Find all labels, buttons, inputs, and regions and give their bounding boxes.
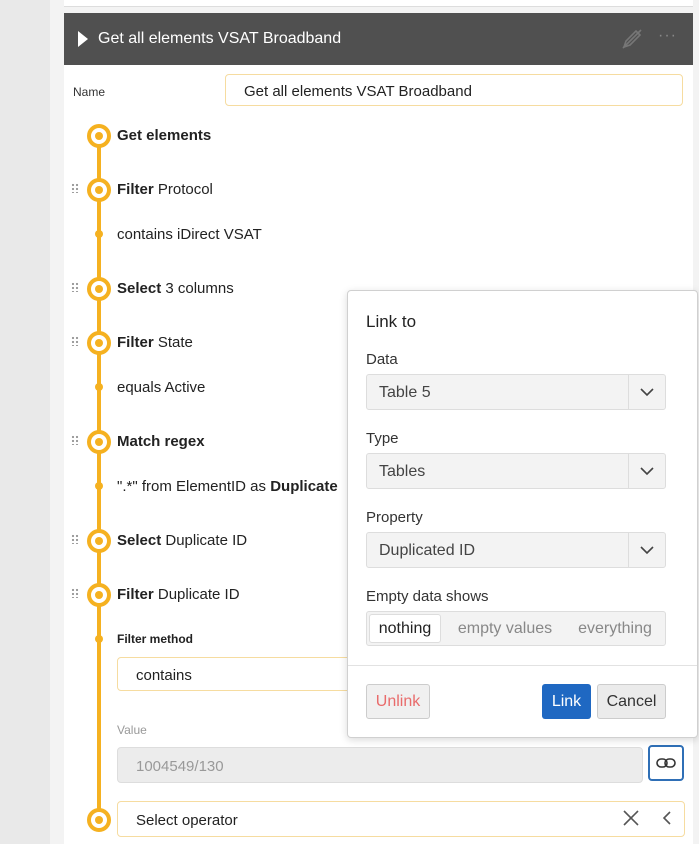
step-detail: 3 columns	[161, 280, 234, 297]
link-to-popup: Link to Data Table 5 Type Tables Propert…	[347, 290, 698, 738]
step-match-regex[interactable]: Match regex	[117, 433, 205, 450]
step-name: Filter	[117, 181, 154, 198]
step-filter-state[interactable]: Filter State	[117, 334, 193, 351]
clear-icon[interactable]	[622, 809, 640, 827]
chevron-down-icon	[628, 454, 654, 488]
step-detail: Duplicate ID	[153, 586, 240, 603]
sub-node	[95, 482, 103, 490]
step-select-duplicate-id[interactable]: Select Duplicate ID	[117, 532, 247, 549]
step-node	[87, 529, 111, 553]
step-filter-protocol[interactable]: Filter Protocol	[117, 181, 213, 198]
step-condition[interactable]: equals Active	[117, 379, 205, 396]
step-detail: State	[153, 334, 193, 351]
drag-handle-icon[interactable]	[71, 588, 79, 600]
step-node	[87, 124, 111, 148]
collapse-caret-icon[interactable]	[78, 31, 88, 47]
drag-handle-icon[interactable]	[71, 534, 79, 546]
left-sidebar	[0, 0, 50, 844]
step-node	[87, 178, 111, 202]
value-input[interactable]: 1004549/130	[117, 747, 643, 783]
step-get-elements[interactable]: Get elements	[117, 127, 211, 144]
data-select[interactable]: Table 5	[366, 374, 666, 410]
empty-data-toggle: nothing empty values everything	[366, 611, 666, 646]
type-select-value: Tables	[379, 463, 426, 480]
more-options-icon[interactable]: ···	[658, 27, 677, 45]
step-node	[87, 430, 111, 454]
chevron-down-icon	[628, 533, 654, 567]
type-label: Type	[366, 430, 399, 447]
popup-title: Link to	[366, 312, 417, 331]
regex-detail: ".*" from ElementID as	[117, 478, 271, 495]
drag-handle-icon[interactable]	[71, 282, 79, 294]
value-label: Value	[117, 723, 147, 737]
filter-method-label: Filter method	[117, 632, 194, 646]
chevron-down-icon	[628, 375, 654, 409]
unlink-button[interactable]: Unlink	[366, 684, 430, 719]
option-nothing[interactable]: nothing	[369, 614, 441, 643]
property-label: Property	[366, 509, 423, 526]
name-input[interactable]: Get all elements VSAT Broadband	[225, 74, 683, 106]
drag-handle-icon[interactable]	[71, 183, 79, 195]
step-name: Select	[117, 280, 162, 297]
sub-node	[95, 383, 103, 391]
step-filter-duplicate-id[interactable]: Filter Duplicate ID	[117, 586, 240, 603]
timeline-line	[97, 136, 101, 820]
option-everything[interactable]: everything	[567, 612, 663, 645]
previous-card-edge	[64, 0, 693, 7]
sub-node	[95, 230, 103, 238]
step-name: Filter	[117, 334, 154, 351]
step-node	[87, 808, 111, 832]
name-label: Name	[73, 85, 106, 99]
chevron-left-icon[interactable]	[660, 810, 674, 826]
link-confirm-button[interactable]: Link	[542, 684, 591, 719]
regex-target: Duplicate	[270, 478, 338, 495]
cancel-button[interactable]: Cancel	[597, 684, 666, 719]
drag-handle-icon[interactable]	[71, 435, 79, 447]
data-label: Data	[366, 351, 398, 368]
step-name: Filter	[117, 586, 154, 603]
step-condition[interactable]: contains iDirect VSAT	[117, 226, 262, 243]
step-name: Select	[117, 532, 162, 549]
type-select[interactable]: Tables	[366, 453, 666, 489]
step-name: Match regex	[117, 433, 205, 450]
query-title: Get all elements VSAT Broadband	[98, 30, 342, 47]
option-empty-values[interactable]: empty values	[447, 612, 563, 645]
data-select-value: Table 5	[379, 384, 431, 401]
popup-divider	[348, 665, 697, 666]
step-select-columns[interactable]: Select 3 columns	[117, 280, 234, 297]
operator-select[interactable]: Select operator	[117, 801, 685, 837]
step-name: Get elements	[117, 127, 212, 144]
step-detail: Duplicate ID	[161, 532, 248, 549]
step-node	[87, 583, 111, 607]
link-icon	[656, 758, 676, 768]
property-select[interactable]: Duplicated ID	[366, 532, 666, 568]
sub-node	[95, 635, 103, 643]
query-header[interactable]: Get all elements VSAT Broadband ···	[64, 13, 693, 65]
step-condition[interactable]: ".*" from ElementID as Duplicate	[117, 478, 338, 495]
step-detail: Protocol	[153, 181, 213, 198]
link-button[interactable]	[648, 745, 684, 781]
drag-handle-icon[interactable]	[71, 336, 79, 348]
empty-data-label: Empty data shows	[366, 588, 489, 605]
step-node	[87, 331, 111, 355]
edit-pen-icon[interactable]	[620, 27, 644, 51]
property-select-value: Duplicated ID	[379, 542, 476, 559]
step-node	[87, 277, 111, 301]
